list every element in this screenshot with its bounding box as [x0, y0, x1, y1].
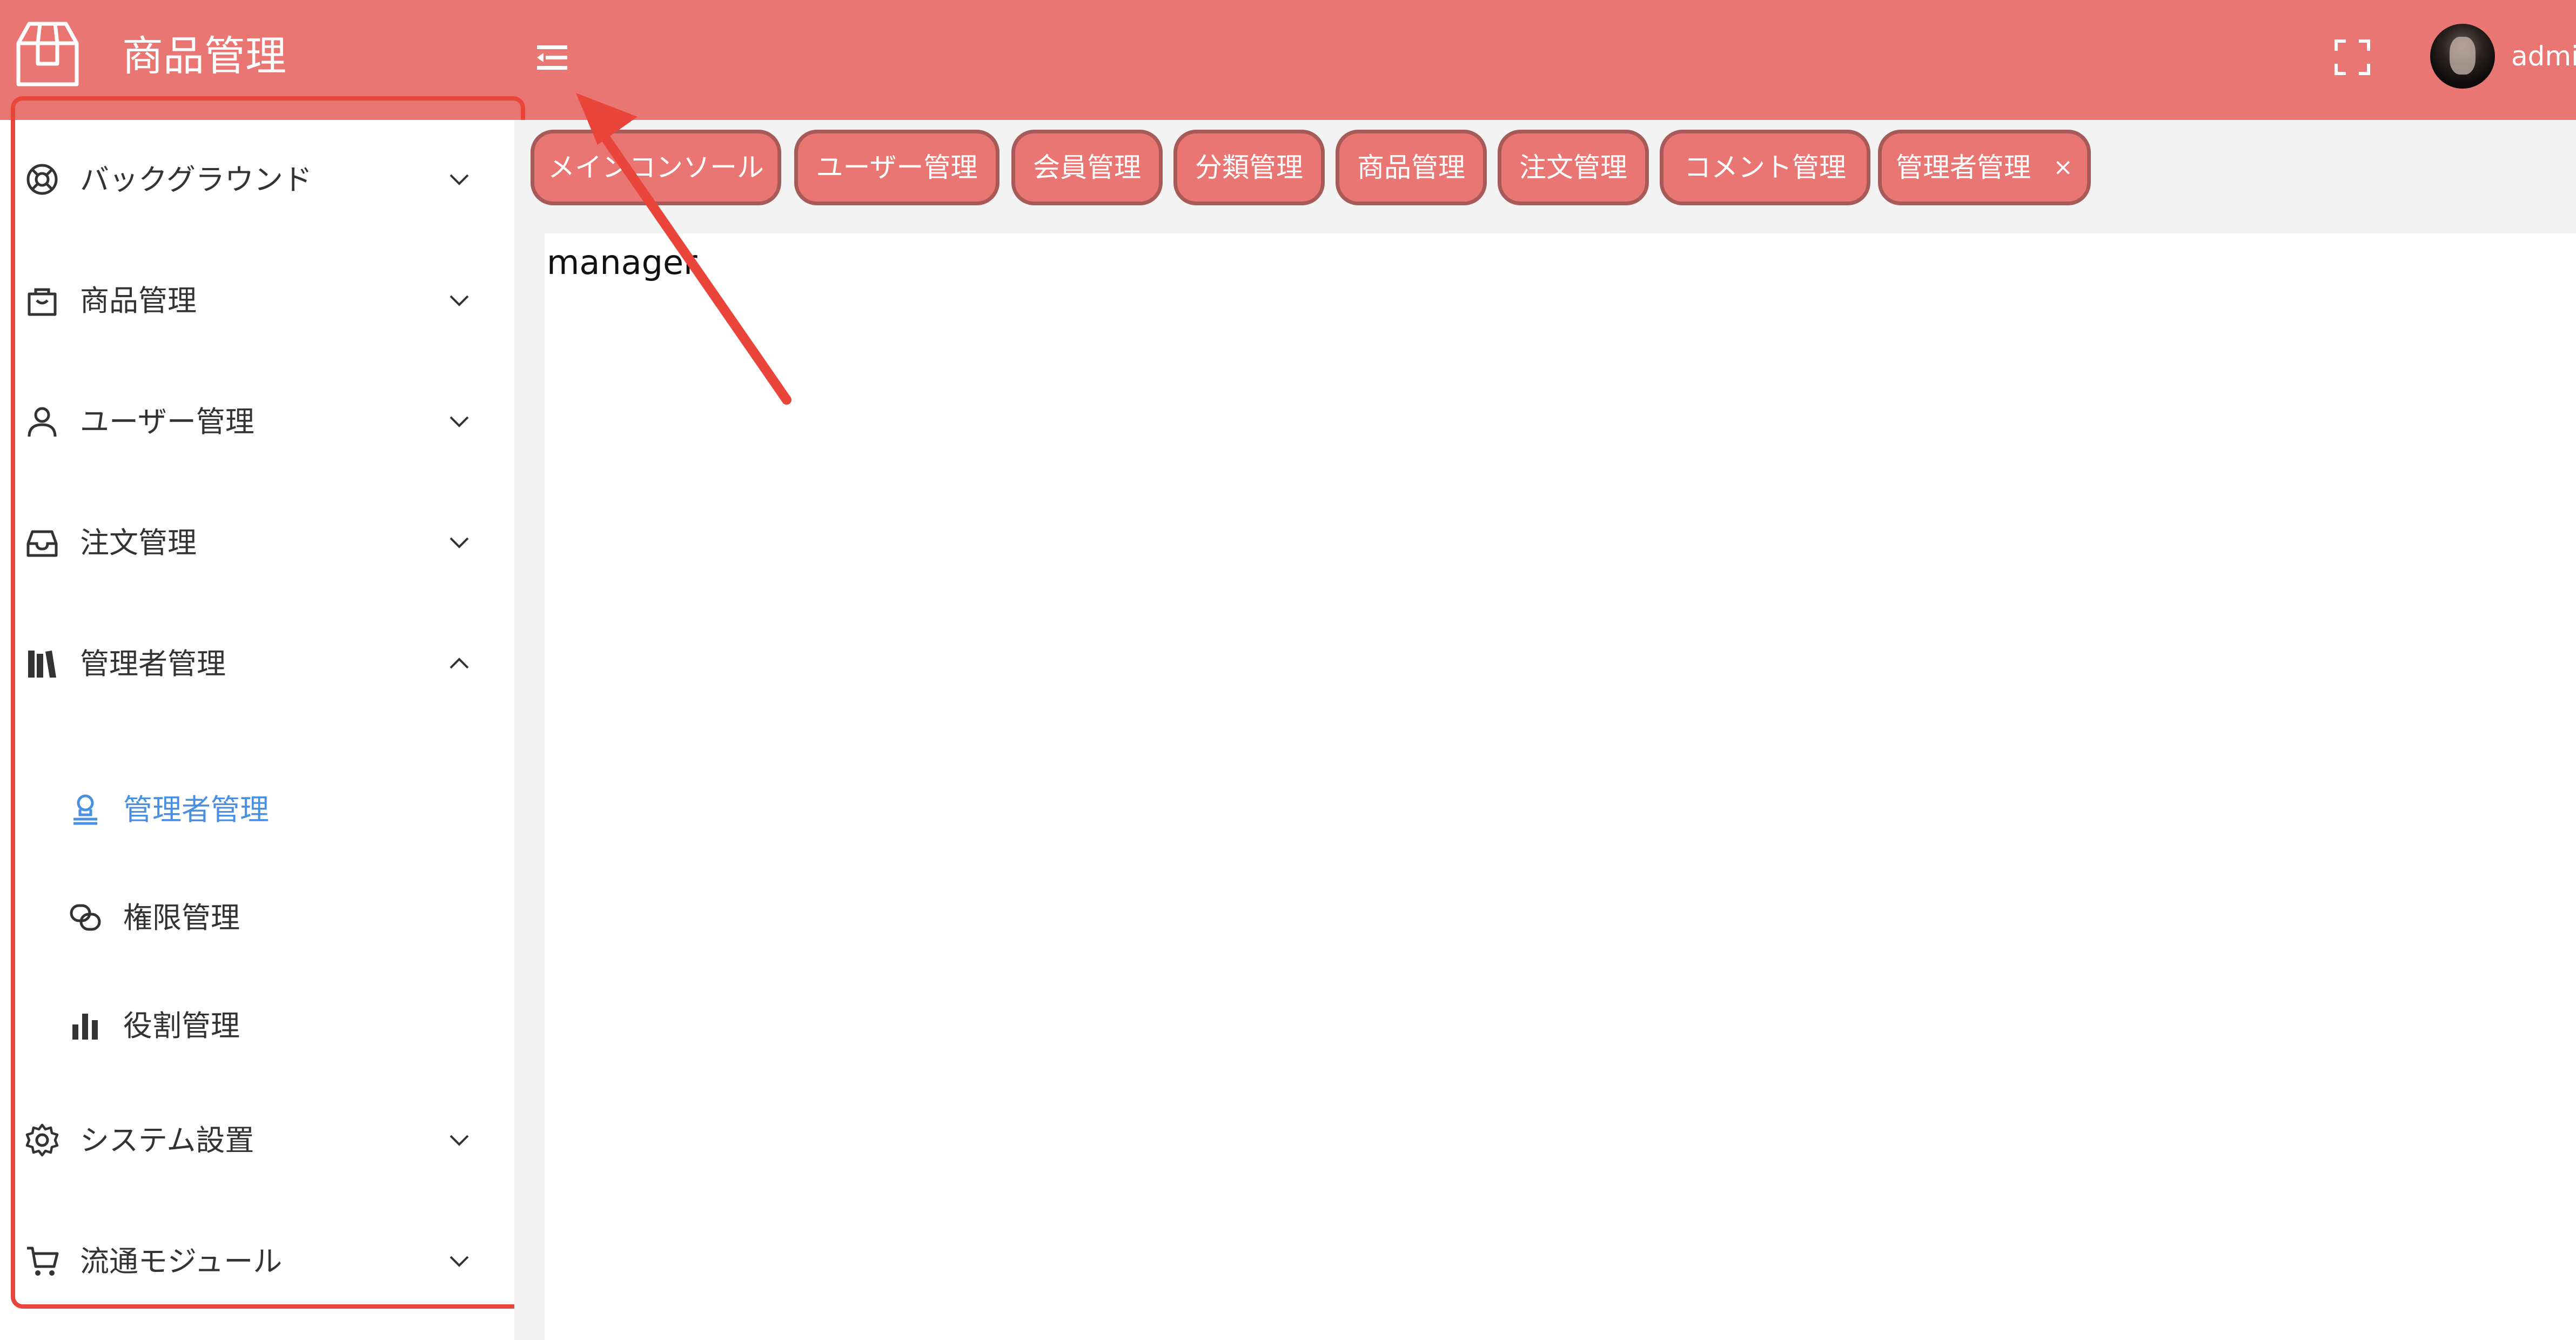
link-icon [70, 904, 101, 931]
gear-icon [25, 1123, 59, 1157]
chevron-up-icon [450, 658, 469, 669]
chevron-down-icon [450, 416, 469, 427]
fullscreen-icon[interactable] [2333, 38, 2372, 77]
sidebar-item-label: 流通モジュール [80, 1244, 283, 1278]
chevron-down-icon [450, 295, 469, 306]
tab-label: 分類管理 [1195, 152, 1303, 183]
tab-product-management[interactable]: 商品管理 [1336, 130, 1487, 205]
sidebar-item-label: 注文管理 [80, 526, 197, 560]
sidebar-item-admin[interactable]: 管理者管理 [11, 624, 508, 705]
tab-member-management[interactable]: 会員管理 [1011, 130, 1163, 205]
app-title: 商品管理 [122, 32, 286, 80]
tab-label: ユーザー管理 [816, 152, 978, 183]
tab-label: 商品管理 [1357, 152, 1465, 183]
main-panel [545, 233, 2576, 1340]
sidebar-item-background[interactable]: バックグラウンド [11, 139, 508, 220]
chevron-down-icon [450, 537, 469, 548]
sidebar-subitem-admin-management[interactable]: 管理者管理 [59, 769, 492, 850]
tab-label: 注文管理 [1519, 152, 1627, 183]
sidebar-item-label: 管理者管理 [80, 647, 226, 681]
sidebar-item-products[interactable]: 商品管理 [11, 260, 508, 341]
top-header: 商品管理 admin [0, 0, 2576, 120]
username[interactable]: admin [2511, 39, 2576, 73]
cart-icon [27, 1247, 59, 1276]
sidebar-item-system-settings[interactable]: システム設置 [11, 1100, 508, 1181]
menu-fold-icon[interactable] [534, 39, 572, 77]
chevron-down-icon [450, 1256, 469, 1267]
tab-category-management[interactable]: 分類管理 [1173, 130, 1325, 205]
tab-user-management[interactable]: ユーザー管理 [794, 130, 999, 205]
page-content-text: manager [547, 243, 697, 282]
sidebar-subitem-label: 管理者管理 [123, 793, 269, 827]
tab-label: 会員管理 [1033, 152, 1141, 183]
package-box-icon[interactable] [13, 19, 82, 89]
sidebar-item-label: 商品管理 [80, 284, 197, 318]
close-icon[interactable]: × [2053, 133, 2073, 202]
sidebar-item-label: システム設置 [80, 1123, 254, 1157]
sidebar-item-label: ユーザー管理 [80, 405, 254, 439]
sidebar-item-label: バックグラウンド [80, 163, 312, 197]
user-icon [28, 407, 57, 437]
sidebar-item-users[interactable]: ユーザー管理 [11, 381, 508, 463]
shopping-bag-icon [28, 288, 57, 316]
sidebar-subitem-permissions[interactable]: 権限管理 [59, 877, 492, 959]
library-icon [28, 651, 56, 678]
sidebar-subitem-label: 権限管理 [123, 901, 240, 935]
tab-comment-management[interactable]: コメント管理 [1660, 130, 1870, 205]
sidebar-item-orders[interactable]: 注文管理 [11, 502, 508, 584]
sidebar-subitem-label: 役割管理 [123, 1009, 240, 1043]
tab-main-console[interactable]: メインコンソール [531, 130, 781, 205]
chevron-down-icon [450, 174, 469, 185]
sidebar-subitem-roles[interactable]: 役割管理 [59, 986, 492, 1067]
tab-admin-management[interactable]: 管理者管理 × [1878, 130, 2091, 205]
user-stamp-icon [73, 794, 97, 825]
sidebar-item-distribution[interactable]: 流通モジュール [11, 1221, 508, 1302]
tab-label: コメント管理 [1684, 152, 1846, 183]
avatar[interactable] [2430, 24, 2495, 89]
tab-label: 管理者管理 [1896, 152, 2031, 183]
tab-order-management[interactable]: 注文管理 [1498, 130, 1649, 205]
inbox-icon [26, 530, 58, 557]
chevron-down-icon [450, 1135, 469, 1146]
tab-label: メインコンソール [548, 152, 764, 183]
lifebuoy-icon [26, 164, 58, 195]
bar-chart-icon [72, 1014, 98, 1040]
